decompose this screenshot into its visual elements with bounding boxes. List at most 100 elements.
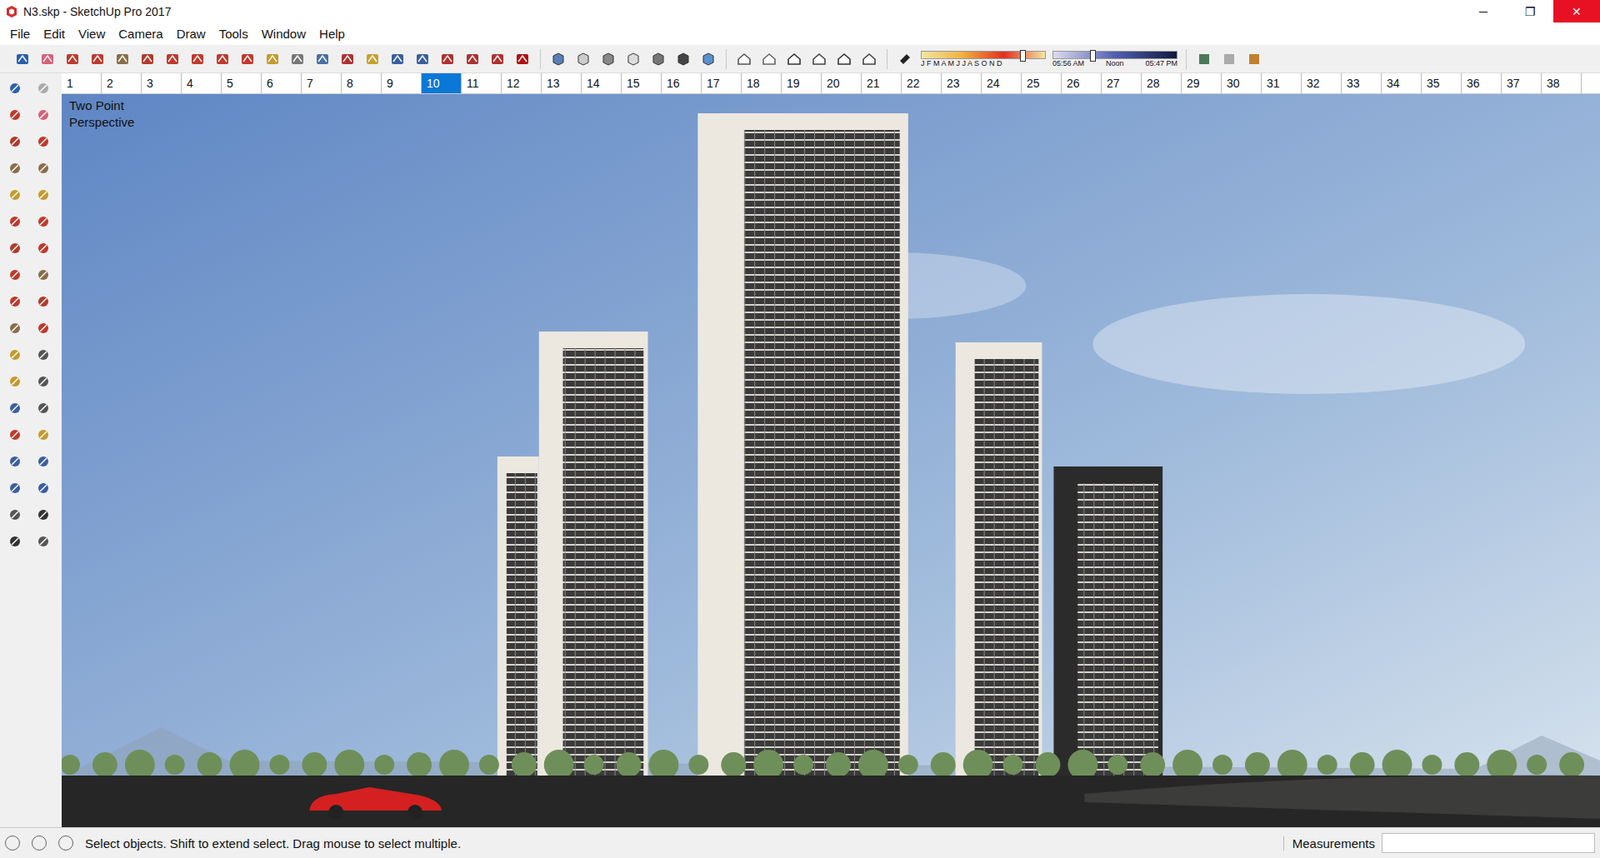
tool-button[interactable] (1, 368, 29, 395)
scene-tab[interactable]: 21 (861, 73, 902, 94)
tool-button[interactable] (1, 475, 29, 502)
window-control-button[interactable]: ✕ (1553, 0, 1600, 23)
tool-button[interactable] (30, 155, 57, 182)
tool-button[interactable] (1, 395, 29, 422)
scene-tab[interactable]: 28 (1141, 73, 1182, 94)
scene-tab[interactable]: 23 (941, 73, 982, 94)
view-button[interactable] (806, 46, 832, 72)
tool-button[interactable] (30, 181, 57, 209)
scene-tab[interactable]: 25 (1021, 73, 1062, 94)
tool-button[interactable] (510, 46, 535, 72)
scene-tab[interactable]: 3 (141, 73, 182, 94)
menu-item[interactable]: File (3, 26, 37, 41)
scene-tab[interactable]: 38 (1541, 73, 1582, 94)
tool-button[interactable] (1, 501, 29, 529)
scene-tab[interactable]: 26 (1061, 73, 1102, 94)
menu-item[interactable]: Camera (111, 26, 170, 41)
tool-button[interactable] (1, 181, 29, 209)
scene-tab[interactable]: 11 (461, 73, 502, 94)
view-button[interactable] (856, 46, 882, 72)
tool-button[interactable] (1, 155, 29, 182)
tool-button[interactable] (135, 46, 160, 72)
window-control-button[interactable]: ─ (1460, 0, 1507, 23)
view-button[interactable] (731, 46, 757, 72)
scene-tab[interactable]: 19 (781, 73, 822, 94)
tool-button[interactable] (185, 46, 210, 72)
tool-button[interactable] (60, 46, 85, 72)
scene-tab[interactable]: 36 (1461, 73, 1502, 94)
style-button[interactable] (595, 46, 621, 72)
tool-button[interactable] (30, 75, 57, 102)
scene-tab[interactable]: 2 (101, 73, 142, 94)
scene-tab[interactable]: 33 (1341, 73, 1382, 94)
tool-button[interactable] (30, 341, 57, 369)
scene-tab[interactable]: 13 (541, 73, 582, 94)
tool-button[interactable] (435, 46, 460, 72)
tool-button[interactable] (30, 448, 57, 475)
tool-button[interactable] (30, 475, 57, 502)
geolocation-icon[interactable] (5, 835, 20, 851)
tool-button[interactable] (210, 46, 235, 72)
model-viewport[interactable]: Two Point Perspective (61, 94, 1600, 828)
tool-button[interactable] (30, 208, 57, 235)
scene-tab[interactable]: 14 (581, 73, 622, 94)
scene-tab[interactable]: 24 (981, 73, 1022, 94)
extension-button[interactable] (1241, 46, 1267, 72)
tool-button[interactable] (30, 128, 57, 155)
scene-tab[interactable]: 27 (1101, 73, 1142, 94)
scene-tab[interactable]: 12 (501, 73, 542, 94)
tool-button[interactable] (460, 46, 485, 72)
tool-button[interactable] (1, 288, 29, 315)
scene-tab[interactable]: 17 (701, 73, 742, 94)
scene-tab[interactable]: 22 (901, 73, 942, 94)
tool-button[interactable] (30, 288, 57, 315)
scene-tab[interactable]: 37 (1501, 73, 1542, 94)
measurements-input[interactable] (1381, 833, 1595, 854)
tool-button[interactable] (335, 46, 360, 72)
scene-tab[interactable]: 32 (1301, 73, 1342, 94)
tool-button[interactable] (30, 421, 57, 449)
extension-button[interactable] (1191, 46, 1217, 72)
scene-tab[interactable]: 15 (621, 73, 662, 94)
tool-button[interactable] (360, 46, 385, 72)
tool-button[interactable] (30, 261, 57, 289)
scene-tab[interactable]: 34 (1381, 73, 1422, 94)
tool-button[interactable] (1, 315, 29, 342)
scene-tab[interactable]: 30 (1221, 73, 1262, 94)
date-slider[interactable]: J F M A M J J A S O N D (920, 50, 1046, 68)
date-slider-thumb[interactable] (1020, 50, 1026, 62)
tool-button[interactable] (160, 46, 185, 72)
info-icon[interactable] (31, 835, 47, 851)
tool-button[interactable] (1, 75, 29, 102)
tool-button[interactable] (310, 46, 335, 72)
view-button[interactable] (756, 46, 782, 72)
scene-tab[interactable]: 7 (301, 73, 342, 94)
tool-button[interactable] (30, 315, 57, 342)
tool-button[interactable] (285, 46, 310, 72)
view-button[interactable] (781, 46, 807, 72)
tool-button[interactable] (1, 261, 29, 289)
shadows-button[interactable] (892, 46, 918, 72)
tool-button[interactable] (1, 235, 29, 262)
style-button[interactable] (670, 46, 696, 72)
extension-button[interactable] (1216, 46, 1242, 72)
style-button[interactable] (545, 46, 571, 72)
user-icon[interactable] (58, 835, 74, 851)
scene-tab[interactable]: 10 (421, 73, 462, 94)
tool-button[interactable] (30, 395, 57, 422)
menu-item[interactable]: View (71, 26, 112, 41)
tool-button[interactable] (385, 46, 410, 72)
style-button[interactable] (695, 46, 721, 72)
tool-button[interactable] (410, 46, 435, 72)
tool-button[interactable] (1, 341, 29, 369)
tool-button[interactable] (485, 46, 510, 72)
tool-button[interactable] (110, 46, 135, 72)
window-control-button[interactable]: ❐ (1506, 0, 1554, 23)
tool-button[interactable] (1, 448, 29, 475)
menu-item[interactable]: Tools (212, 26, 255, 41)
tool-button[interactable] (30, 528, 57, 555)
menu-item[interactable]: Edit (36, 26, 72, 41)
scene-tab[interactable]: 9 (381, 73, 422, 94)
tool-button[interactable] (1, 128, 29, 155)
scene-tab[interactable]: 8 (341, 73, 382, 94)
